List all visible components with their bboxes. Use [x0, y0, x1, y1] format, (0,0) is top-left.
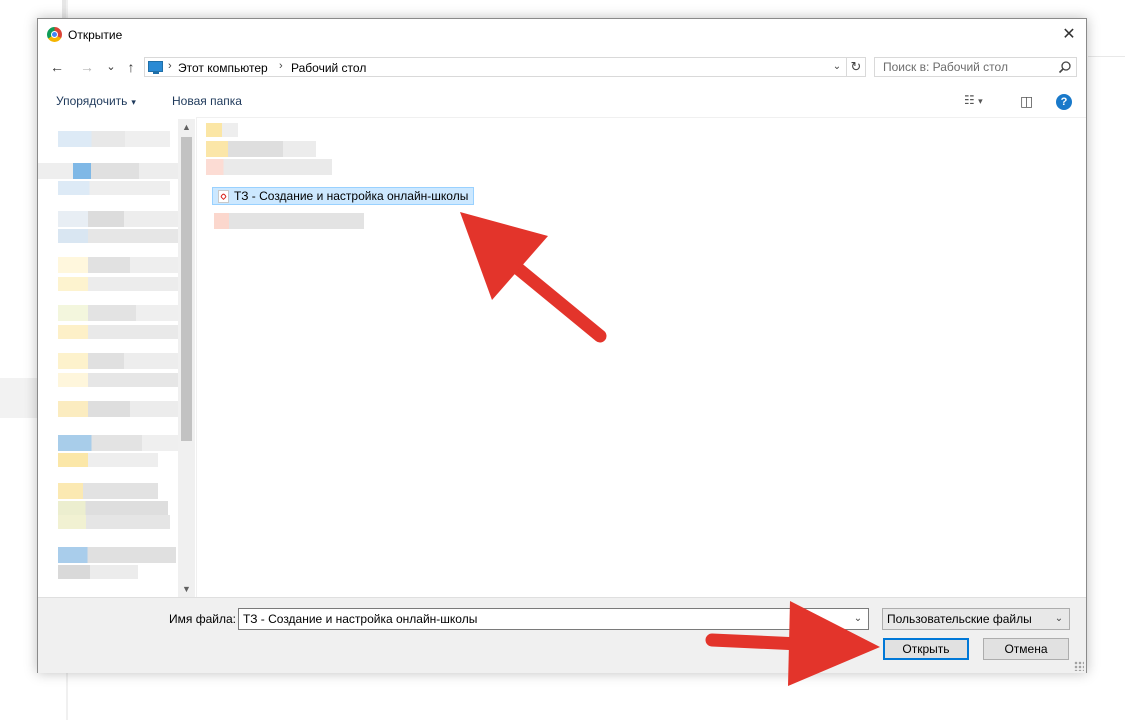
close-button[interactable]: ✕ [1052, 19, 1086, 51]
blurred-item [38, 163, 178, 179]
background-page-band [0, 378, 40, 418]
caret-down-icon: ▾ [131, 97, 136, 107]
recent-locations-chevron-icon[interactable]: ⌄ [102, 58, 120, 76]
organize-label: Упорядочить [56, 94, 128, 108]
breadcrumb-separator: › [168, 60, 172, 72]
preview-pane-icon[interactable]: ◫ [1020, 93, 1050, 111]
blurred-item [58, 305, 178, 321]
blurred-item [58, 181, 170, 195]
filename-dropdown-icon[interactable]: ⌄ [848, 609, 868, 629]
navigation-pane[interactable] [38, 117, 196, 597]
filename-combobox: ⌄ [238, 608, 869, 630]
dialog-title: Открытие [68, 28, 123, 42]
blurred-item [58, 211, 178, 227]
filename-label: Имя файла: [169, 612, 236, 626]
breadcrumb-this-pc[interactable]: Этот компьютер [178, 61, 268, 75]
filename-input[interactable] [239, 609, 848, 629]
blurred-item [58, 353, 178, 369]
caret-down-icon: ▾ [978, 96, 983, 106]
organize-button[interactable]: Упорядочить ▾ [56, 94, 136, 108]
chrome-icon [47, 27, 62, 42]
blurred-item [58, 401, 178, 417]
filetype-select[interactable]: Пользовательские файлы ⌄ [882, 608, 1070, 630]
blurred-item [58, 131, 170, 147]
blurred-item [58, 373, 178, 387]
blurred-item [206, 141, 316, 157]
blurred-item [58, 565, 138, 579]
background-page-line [1088, 56, 1125, 57]
computer-icon [148, 61, 163, 74]
scroll-up-icon[interactable]: ▲ [178, 119, 195, 135]
blurred-item [58, 435, 178, 451]
scroll-thumb[interactable] [181, 137, 192, 441]
blurred-item [58, 483, 158, 499]
blurred-item [214, 213, 364, 229]
cancel-button[interactable]: Отмена [983, 638, 1069, 660]
dialog-footer: Имя файла: ⌄ Пользовательские файлы ⌄ От… [38, 597, 1086, 673]
search-input[interactable] [875, 58, 1058, 76]
blurred-item [58, 257, 178, 273]
file-list[interactable]: ТЗ - Создание и настройка онлайн-школы [200, 119, 1086, 595]
pdf-file-icon [218, 190, 229, 203]
address-dropdown-icon[interactable]: ⌄ [829, 59, 845, 75]
file-name: ТЗ - Создание и настройка онлайн-школы [234, 189, 469, 203]
back-arrow-icon[interactable]: ← [48, 58, 66, 76]
view-grid-icon: ☷ [964, 93, 975, 107]
search-box [874, 57, 1077, 77]
navigation-bar: ← → ⌄ ↑ › Этот компьютер › Рабочий стол … [38, 55, 1086, 81]
address-bar[interactable]: › Этот компьютер › Рабочий стол ⌄ ↻ [144, 57, 866, 77]
view-options-button[interactable]: ☷ ▾ [964, 93, 994, 111]
open-button[interactable]: Открыть [883, 638, 969, 660]
blurred-item [58, 547, 176, 563]
selected-file-item[interactable]: ТЗ - Создание и настройка онлайн-школы [212, 187, 474, 205]
new-folder-button[interactable]: Новая папка [172, 94, 242, 108]
forward-arrow-icon[interactable]: → [78, 58, 96, 76]
blurred-item [58, 515, 170, 529]
navigation-scrollbar[interactable]: ▲ ▼ [178, 119, 195, 597]
blurred-item [206, 123, 238, 137]
pane-splitter[interactable] [196, 117, 197, 597]
blurred-item [58, 501, 168, 515]
filetype-dropdown-icon: ⌄ [1054, 613, 1064, 624]
breadcrumb-separator: › [279, 60, 283, 72]
blurred-item [58, 325, 178, 339]
blurred-item [58, 453, 158, 467]
blurred-item [206, 159, 332, 175]
breadcrumb-desktop[interactable]: Рабочий стол [291, 61, 366, 75]
command-toolbar: Упорядочить ▾ Новая папка ☷ ▾ ◫ ? [38, 87, 1086, 118]
resize-grip[interactable] [1074, 661, 1084, 671]
search-icon[interactable] [1058, 60, 1072, 74]
blurred-item [58, 229, 178, 243]
scroll-down-icon[interactable]: ▼ [178, 581, 195, 597]
refresh-icon[interactable]: ↻ [846, 58, 865, 76]
help-icon[interactable]: ? [1056, 94, 1072, 110]
up-arrow-icon[interactable]: ↑ [122, 58, 140, 76]
title-bar: Открытие ✕ [38, 19, 1086, 51]
open-file-dialog: Открытие ✕ ← → ⌄ ↑ › Этот компьютер › Ра… [37, 18, 1087, 673]
blurred-item [58, 277, 178, 291]
filetype-label: Пользовательские файлы [887, 612, 1032, 626]
